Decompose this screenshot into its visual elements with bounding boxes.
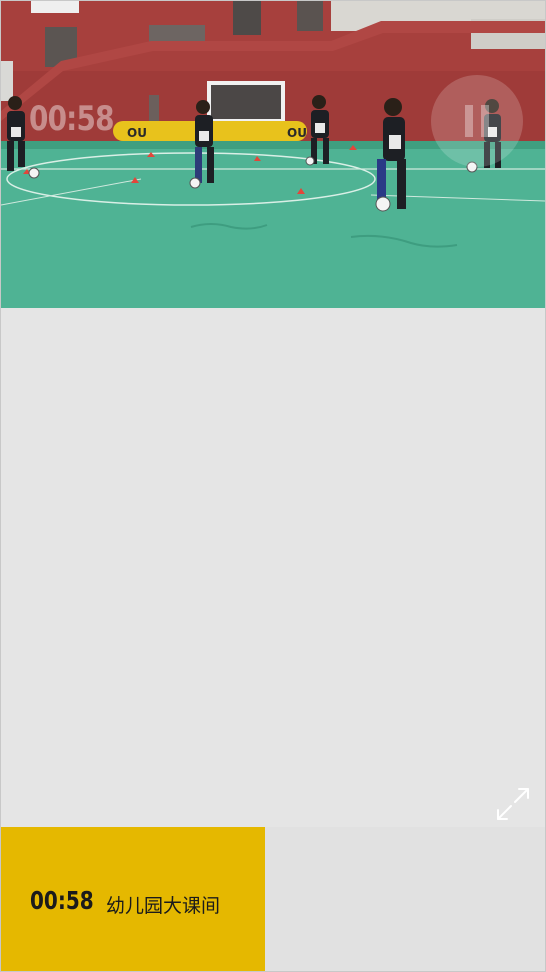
content-area — [1, 308, 545, 826]
bottom-bar: 00:58 幼儿园大课间 — [1, 827, 545, 971]
video-title: 幼儿园大课间 — [106, 895, 221, 917]
video-overlay-time: 00:58 — [29, 99, 114, 139]
video-player[interactable]: OU OU 00:58 — [1, 1, 545, 308]
svg-text:OU: OU — [127, 126, 147, 140]
pause-button[interactable] — [431, 75, 523, 167]
app-screen: OU OU 00:58 00:58 幼儿园大课间 — [0, 0, 546, 972]
video-card[interactable]: 00:58 幼儿园大课间 — [1, 827, 265, 971]
svg-text:OU: OU — [287, 126, 307, 140]
fullscreen-button[interactable] — [495, 786, 531, 822]
video-duration: 00:58 — [30, 886, 94, 915]
pause-icon — [465, 105, 473, 137]
expand-icon — [497, 788, 529, 820]
